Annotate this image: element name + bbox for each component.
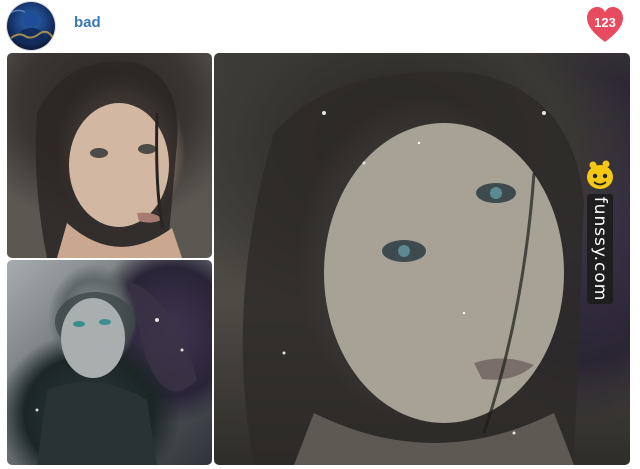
photo-portrait-icon [35, 61, 182, 258]
style-image[interactable] [7, 260, 212, 465]
brand-bar: funssy.com [587, 194, 613, 304]
mascot-icon [587, 160, 613, 189]
username-link[interactable]: bad [74, 14, 101, 31]
avatar[interactable] [7, 2, 55, 50]
avatar-icon [8, 9, 54, 42]
like-count: 123 [594, 15, 616, 30]
photo-portrait-artistic-icon [35, 280, 197, 465]
like-button[interactable]: 123 [585, 6, 625, 44]
funssy-watermark: funssy.com [584, 158, 616, 304]
post-header: bad 123 [0, 0, 640, 52]
result-image[interactable] [214, 53, 630, 465]
brand-text: funssy.com [590, 196, 610, 302]
photo-portrait-stylized-icon [242, 71, 596, 465]
original-photo[interactable] [7, 53, 212, 258]
